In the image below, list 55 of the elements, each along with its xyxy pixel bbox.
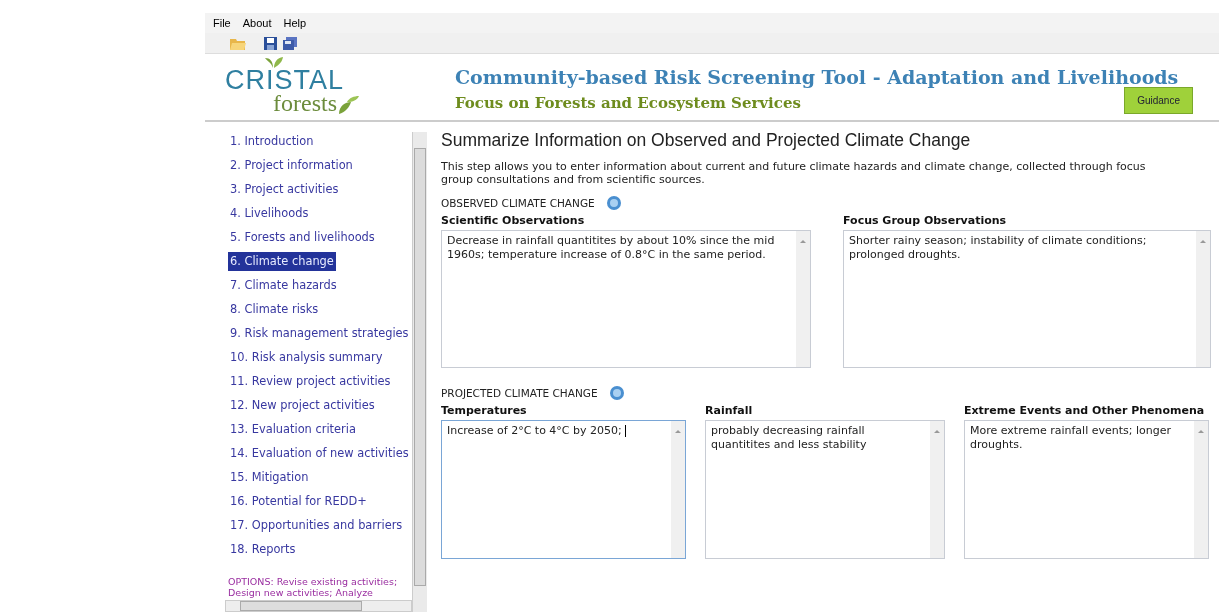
nav-item[interactable]: 3. Project activities bbox=[228, 180, 341, 199]
app-subtitle: Focus on Forests and Ecosystem Services bbox=[455, 94, 801, 112]
section-heading: PROJECTED CLIMATE CHANGE bbox=[441, 387, 598, 399]
nav-item[interactable]: 2. Project information bbox=[228, 156, 355, 175]
text-area[interactable]: Shorter rainy season; instability of climate conditions; prolonged droughts. bbox=[843, 230, 1211, 368]
options-text: OPTIONS: Revise existing activities; Design new activities; Analyze bbox=[228, 576, 399, 598]
field-label: Scientific Observations bbox=[441, 214, 586, 227]
guidance-button[interactable]: Guidance bbox=[1124, 87, 1193, 114]
menu-item[interactable]: Help bbox=[283, 17, 307, 29]
menu-item[interactable]: File bbox=[213, 17, 231, 29]
nav-item[interactable]: 14. Evaluation of new activities bbox=[228, 444, 411, 463]
help-icon[interactable] bbox=[606, 196, 621, 210]
save-all-icon[interactable] bbox=[283, 36, 297, 50]
logo-text: CRISTAL bbox=[225, 68, 346, 92]
nav-item[interactable]: 5. Forests and livelihoods bbox=[228, 228, 377, 247]
nav-item[interactable]: 16. Potential for REDD+ bbox=[228, 492, 369, 511]
scrollbar-icon[interactable] bbox=[796, 231, 810, 367]
intro-text: This step allows you to enter information about current and future climate hazards and climate change, collected through focus group consultations and from scientific sources. bbox=[441, 160, 1147, 186]
section-heading: OBSERVED CLIMATE CHANGE bbox=[441, 197, 595, 209]
leaf-icon bbox=[337, 96, 359, 114]
horizontal-scrollbar[interactable] bbox=[225, 600, 412, 612]
text-area[interactable]: Decrease in rainfall quantitites by about 10% since the mid 1960s; temperature increase of 0.8°C in the same period. bbox=[441, 230, 811, 368]
menu-item[interactable]: About bbox=[242, 17, 272, 29]
field-label: Focus Group Observations bbox=[843, 214, 1008, 227]
help-icon[interactable] bbox=[609, 386, 624, 400]
field-label: Extreme Events and Other Phenomena bbox=[964, 404, 1206, 417]
nav-item[interactable]: 1. Introduction bbox=[228, 132, 316, 151]
nav-item[interactable]: 9. Risk management strategies bbox=[228, 324, 411, 343]
logo-text: forests bbox=[273, 92, 337, 114]
nav-item[interactable]: 12. New project activities bbox=[228, 396, 377, 415]
nav-item[interactable]: 8. Climate risks bbox=[228, 300, 321, 319]
nav-item[interactable]: 13. Evaluation criteria bbox=[228, 420, 358, 439]
nav-item[interactable]: 15. Mitigation bbox=[228, 468, 311, 487]
app-title: Community-based Risk Screening Tool - Adaptation and Livelihoods bbox=[455, 66, 1179, 88]
field-label: Temperatures bbox=[441, 404, 528, 417]
scrollbar-icon[interactable] bbox=[671, 421, 685, 558]
text-area[interactable]: More extreme rainfall events; longer droughts. bbox=[964, 420, 1209, 559]
scrollbar-icon[interactable] bbox=[930, 421, 944, 558]
page-title: Summarize Information on Observed and Projected Climate Change bbox=[441, 130, 972, 151]
folder-icon[interactable] bbox=[230, 36, 246, 50]
text-area[interactable]: probably decreasing rainfall quantitites and less stability bbox=[705, 420, 945, 559]
nav-item[interactable]: 18. Reports bbox=[228, 540, 298, 559]
text-area[interactable]: Increase of 2°C to 4°C by 2050; bbox=[441, 420, 686, 559]
scrollbar-icon[interactable] bbox=[1196, 231, 1210, 367]
save-icon[interactable] bbox=[264, 36, 277, 50]
vertical-scrollbar[interactable] bbox=[412, 132, 427, 612]
leaf-icon bbox=[265, 54, 283, 68]
scrollbar-icon[interactable] bbox=[1194, 421, 1208, 558]
nav-item[interactable]: 10. Risk analysis summary bbox=[228, 348, 385, 367]
nav-item[interactable]: 17. Opportunities and barriers bbox=[228, 516, 405, 535]
nav-item[interactable]: 7. Climate hazards bbox=[228, 276, 339, 295]
nav-item[interactable]: 6. Climate change bbox=[228, 252, 336, 271]
field-label: Rainfall bbox=[705, 404, 754, 417]
nav-item[interactable]: 11. Review project activities bbox=[228, 372, 393, 391]
nav-item[interactable]: 4. Livelihoods bbox=[228, 204, 311, 223]
